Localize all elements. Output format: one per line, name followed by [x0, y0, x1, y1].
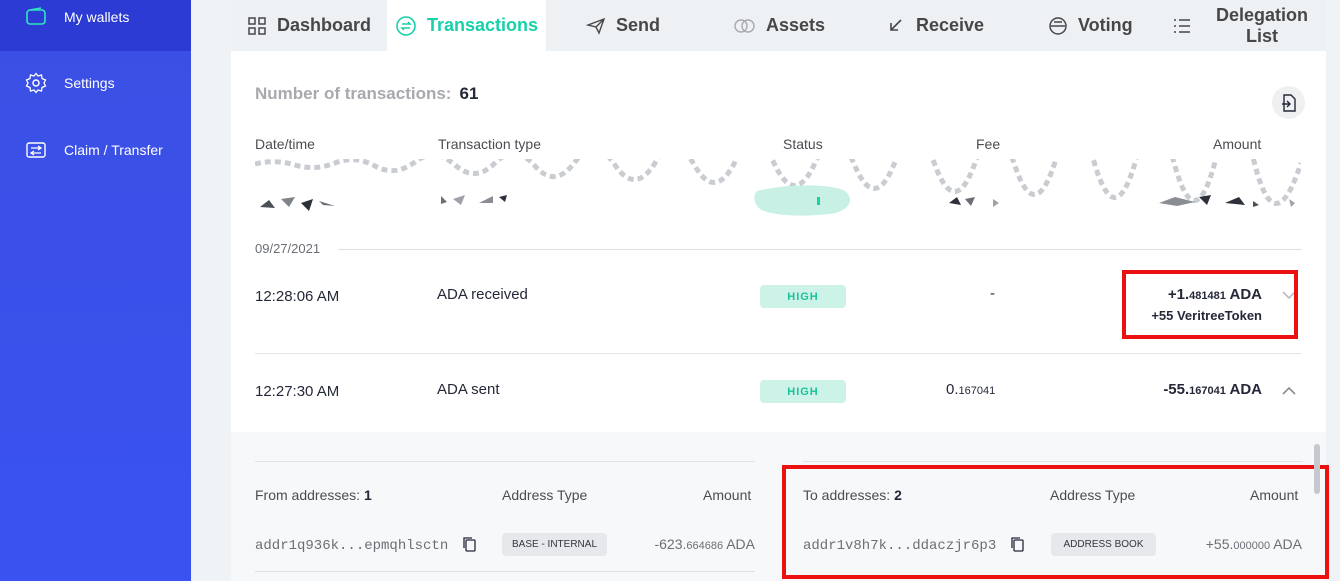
status-badge: HIGH — [760, 285, 846, 308]
details-divider — [255, 571, 755, 572]
column-header-status[interactable]: Status — [783, 136, 823, 152]
amount-unit: ADA — [723, 536, 755, 552]
tab-label-line2: List — [1246, 25, 1279, 46]
fee-main: 0. — [946, 381, 959, 398]
from-address-type-header: Address Type — [502, 487, 588, 503]
column-header-amount[interactable]: Amount — [1213, 136, 1261, 152]
sidebar-item-claim-transfer[interactable]: Claim / Transfer — [0, 130, 191, 170]
nav-tabs: Dashboard Transactions Send Assets Recei… — [231, 0, 1326, 51]
transaction-count: Number of transactions: 61 — [255, 84, 478, 104]
send-icon — [586, 17, 606, 35]
receive-icon — [890, 18, 902, 31]
tab-label: Dashboard — [277, 15, 372, 35]
gear-icon — [25, 72, 47, 94]
from-amount-header: Amount — [703, 487, 752, 503]
copy-icon[interactable] — [461, 536, 477, 552]
address-type-badge: BASE - INTERNAL — [502, 533, 607, 556]
tab-receive[interactable]: Receive — [886, 0, 984, 51]
amount-main: -623. — [654, 536, 687, 552]
transaction-type: ADA sent — [437, 381, 500, 398]
tab-label: Transactions — [427, 15, 539, 35]
tab-voting[interactable]: Voting — [1048, 0, 1133, 51]
tab-label: Assets — [766, 15, 826, 35]
dashboard-icon — [248, 16, 266, 35]
obscured-transaction-row — [255, 159, 1301, 216]
fee-decimals: 167041 — [958, 385, 996, 397]
transaction-type: ADA received — [437, 286, 528, 303]
sidebar: My wallets Settings Claim / Transfer — [0, 0, 191, 581]
tab-delegation-list[interactable]: Delegation List — [1172, 0, 1308, 51]
highlight-box — [782, 465, 1329, 579]
from-amount: -623.664686 ADA — [611, 536, 755, 552]
transaction-amount: -55.167041 ADA — [1111, 381, 1262, 398]
from-address[interactable]: addr1q936k...epmqhlsctn — [255, 538, 448, 554]
scrollbar[interactable] — [1314, 444, 1320, 494]
export-file-icon — [1281, 93, 1296, 112]
date-divider — [338, 249, 1302, 250]
sidebar-item-label: Claim / Transfer — [64, 142, 163, 158]
tab-label-line1: Delegation — [1216, 4, 1309, 25]
chevron-up-icon[interactable] — [1281, 385, 1297, 397]
export-button[interactable] — [1272, 86, 1305, 119]
row-divider — [255, 353, 1301, 354]
sidebar-item-settings[interactable]: Settings — [0, 63, 191, 103]
amount-unit: ADA — [1225, 381, 1263, 398]
voting-icon — [1049, 16, 1067, 35]
count-value: 61 — [459, 84, 479, 103]
column-header-date[interactable]: Date/time — [255, 136, 315, 152]
tab-label: Receive — [916, 15, 985, 35]
transaction-details: From addresses: 1 Address Type Amount ad… — [231, 432, 1329, 581]
transaction-time: 12:28:06 AM — [255, 288, 340, 305]
from-count: 1 — [363, 487, 372, 503]
details-divider — [255, 461, 755, 462]
transactions-panel: Number of transactions: 61 Date/time Tran… — [231, 51, 1326, 432]
count-label: Number of transactions: — [255, 84, 452, 103]
tab-send[interactable]: Send — [586, 0, 660, 51]
wallet-icon — [26, 7, 46, 25]
sidebar-item-my-wallets[interactable]: My wallets — [0, 0, 191, 37]
transaction-fee: - — [990, 285, 995, 302]
transactions-icon — [396, 15, 416, 36]
tab-assets[interactable]: Assets — [734, 0, 825, 51]
tab-label: Voting — [1078, 15, 1133, 35]
tab-label: Delegation List — [1216, 5, 1308, 47]
amount-main: -55. — [1163, 381, 1190, 398]
transaction-fee: 0.167041 — [946, 381, 995, 398]
from-label: From addresses: — [255, 487, 361, 503]
list-icon — [1174, 18, 1190, 33]
tab-label: Send — [616, 15, 661, 35]
tab-dashboard[interactable]: Dashboard — [247, 0, 371, 51]
sidebar-item-label: My wallets — [64, 9, 130, 25]
details-divider — [803, 461, 1303, 462]
transaction-time: 12:27:30 AM — [255, 383, 340, 400]
status-badge: HIGH — [760, 380, 846, 403]
transfer-icon — [26, 142, 46, 158]
sidebar-item-label: Settings — [64, 75, 115, 91]
from-addresses-header: From addresses: 1 — [255, 487, 372, 503]
highlight-box — [1122, 270, 1298, 339]
column-header-fee[interactable]: Fee — [976, 136, 1000, 152]
tab-transactions[interactable]: Transactions — [387, 0, 547, 51]
amount-decimals: 664686 — [686, 540, 724, 552]
amount-decimals: 167041 — [1189, 385, 1226, 397]
column-header-type[interactable]: Transaction type — [438, 136, 541, 152]
date-group-label: 09/27/2021 — [255, 241, 321, 256]
assets-icon — [734, 18, 755, 33]
